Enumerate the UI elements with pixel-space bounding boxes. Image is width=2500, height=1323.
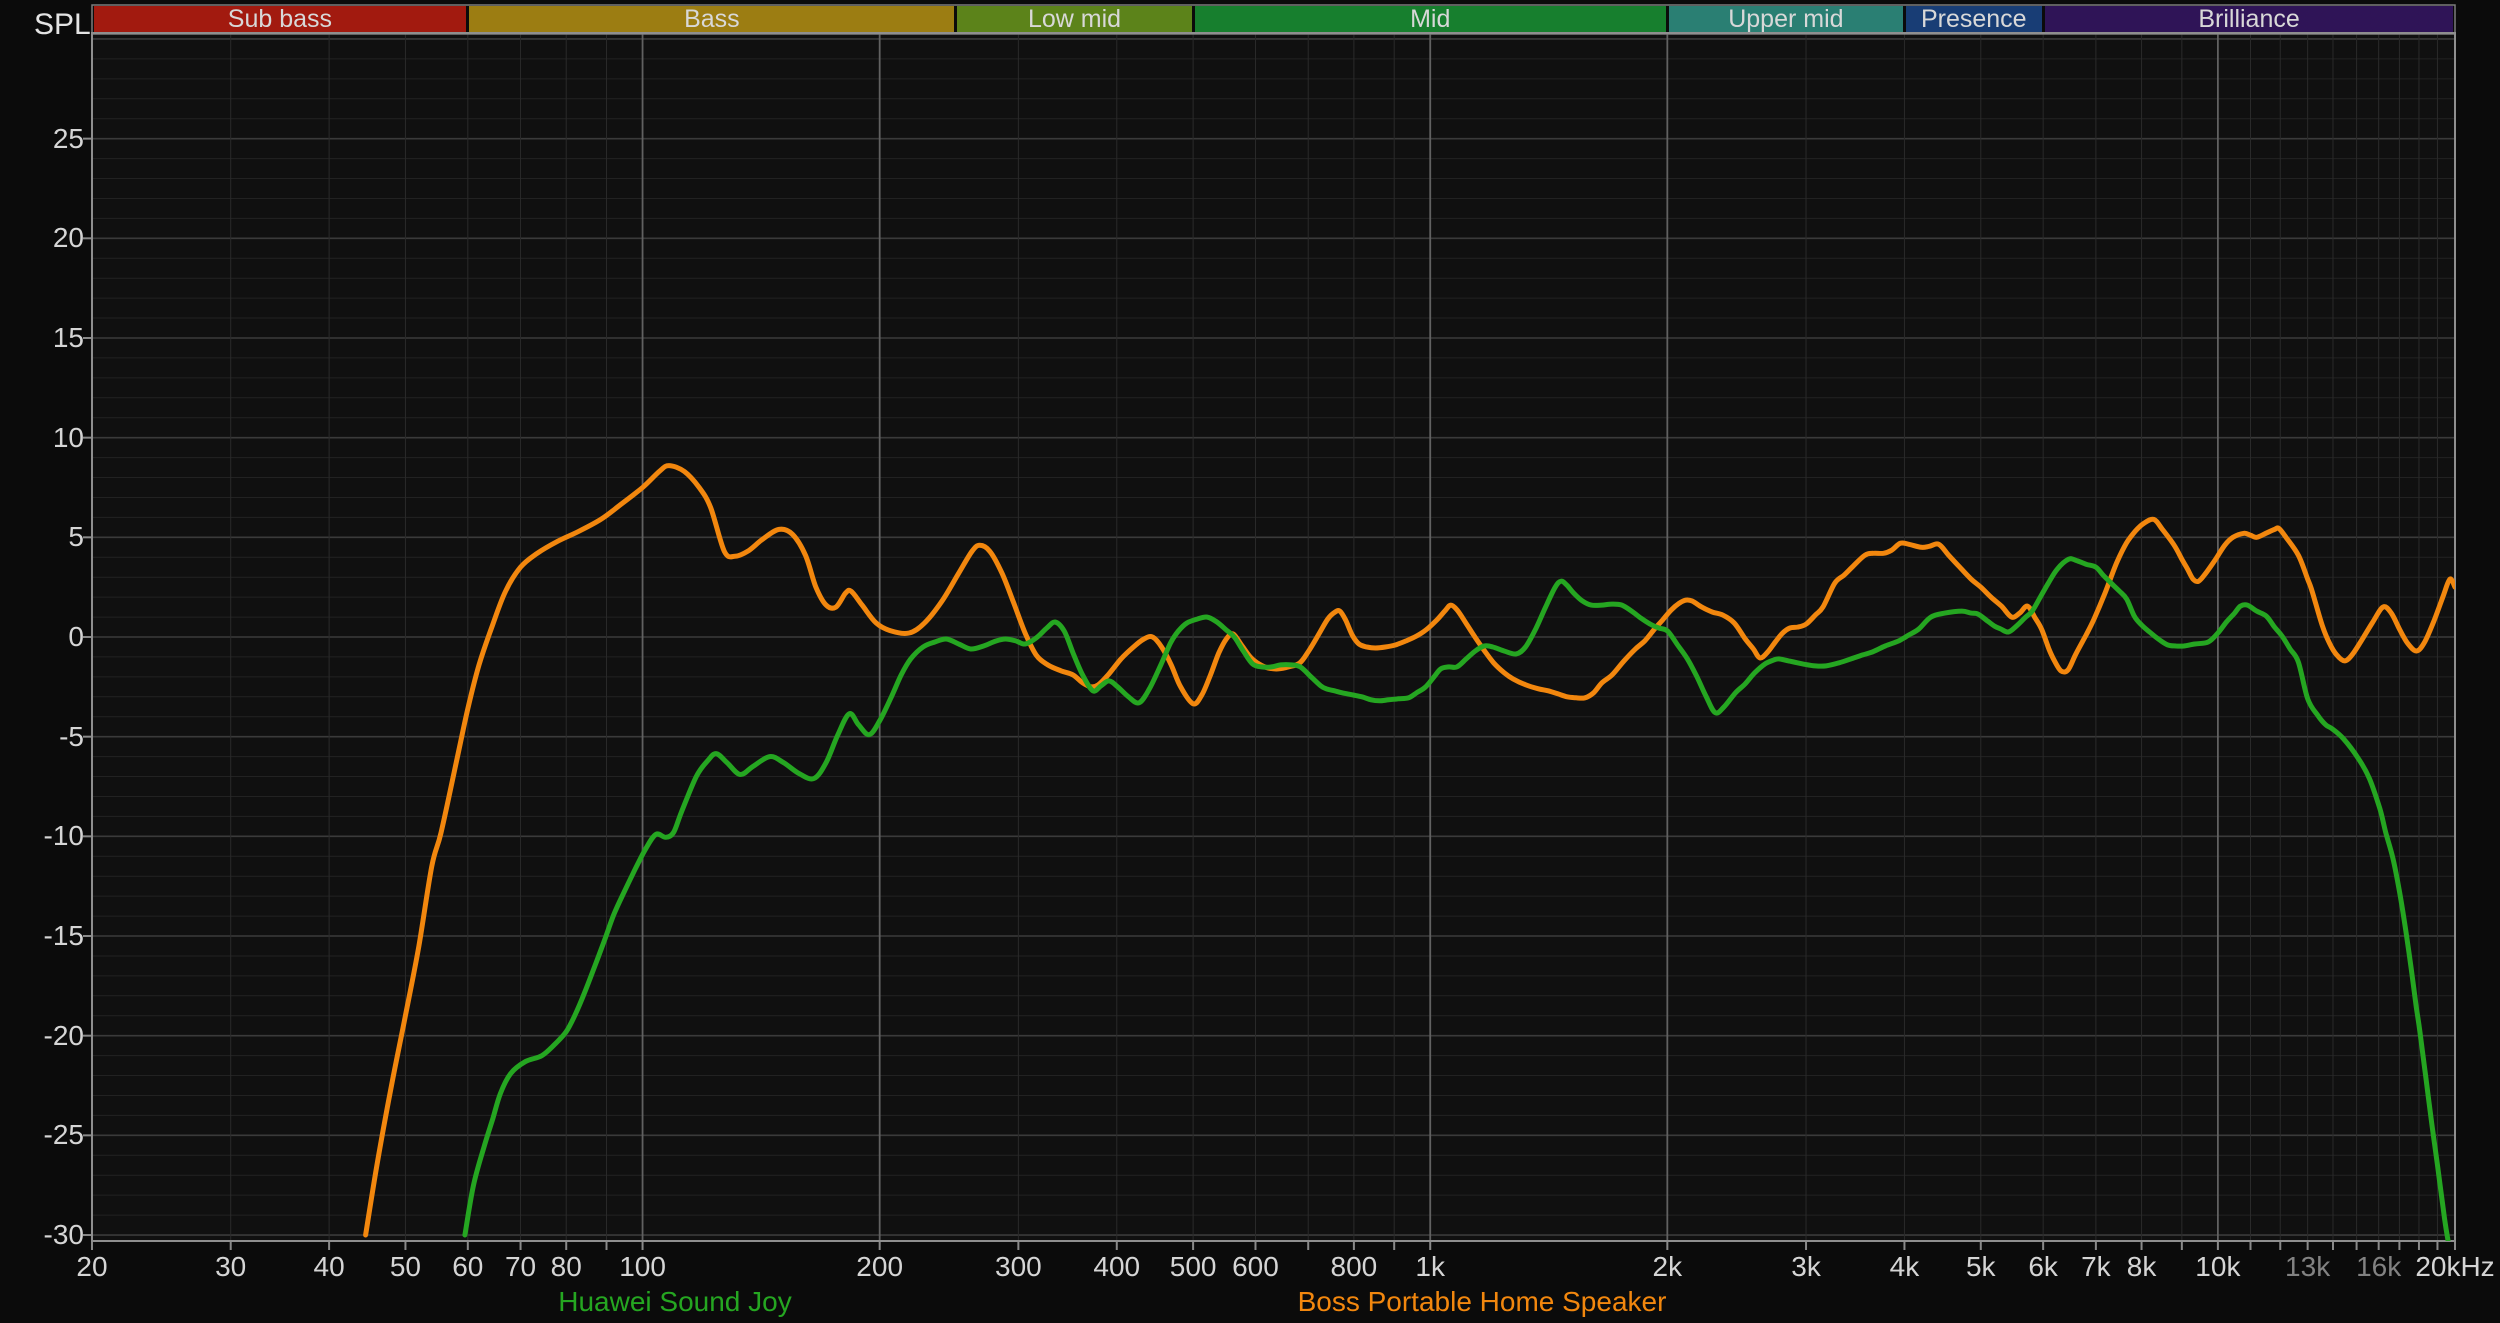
x-tick-label-16k: 16k <box>2356 1251 2402 1282</box>
y-tick-label-15: 15 <box>52 321 84 353</box>
y-tick-label--10: -10 <box>43 820 84 852</box>
legend-boss-portable-home-speaker: Boss Portable Home Speaker <box>1298 1286 1667 1318</box>
x-tick-label-800: 800 <box>1330 1251 1378 1282</box>
x-tick-label-30: 30 <box>215 1251 247 1282</box>
x-tick-label-5k: 5k <box>1965 1251 1996 1282</box>
x-tick-label-10k: 10k <box>2195 1251 2241 1282</box>
legend-boss-portable-home-speaker-label: Boss Portable Home Speaker <box>1297 1286 1667 1317</box>
x-tick-label-1k: 1k <box>1415 1251 1446 1282</box>
y-tick-label--25: -25 <box>43 1119 84 1151</box>
y-tick-label-5: 5 <box>68 521 84 553</box>
x-tick-label-100: 100 <box>619 1251 666 1282</box>
y-tick-label-0: 0 <box>68 621 84 652</box>
x-tick-label-500: 500 <box>1169 1251 1217 1282</box>
y-tick-label--15: -15 <box>43 920 84 951</box>
x-tick-label-20khz: 20kHz <box>2415 1251 2495 1282</box>
frequency-response-chart: SPL Sub bass Bass Low mid Mid Upper mid Prese… <box>0 0 2500 1323</box>
legend-huawei-sound-joy-label: Huawei Sound Joy <box>558 1286 792 1317</box>
x-tick-label-50: 50 <box>389 1251 422 1282</box>
plot-area <box>83 4 2456 1250</box>
x-tick-label-2k: 2k <box>1652 1251 1683 1282</box>
y-tick-label-25: 25 <box>52 122 84 154</box>
y-tick-label--5: -5 <box>59 720 84 752</box>
x-tick-label-200: 200 <box>856 1251 904 1282</box>
y-tick-label-10: 10 <box>52 421 84 453</box>
x-tick-label-40: 40 <box>313 1251 345 1282</box>
x-tick-label-6k: 6k <box>2028 1251 2058 1282</box>
x-tick-label-8k: 8k <box>2126 1251 2157 1282</box>
y-tick-label--20: -20 <box>43 1019 84 1051</box>
x-tick-label-70: 70 <box>504 1251 537 1282</box>
legend-huawei-sound-joy: Huawei Sound Joy <box>558 1286 791 1318</box>
y-tick-label--30: -30 <box>43 1219 84 1251</box>
x-tick-label-20: 20 <box>76 1251 108 1282</box>
x-tick-label-80: 80 <box>550 1251 582 1282</box>
x-tick-label-13k: 13k <box>2285 1251 2331 1282</box>
x-tick-label-7k: 7k <box>2081 1251 2111 1282</box>
x-tick-label-4k: 4k <box>1889 1251 1920 1282</box>
x-tick-label-600: 600 <box>1232 1251 1279 1282</box>
x-tick-label-300: 300 <box>995 1251 1042 1282</box>
y-tick-label-20: 20 <box>52 222 84 254</box>
x-tick-label-400: 400 <box>1093 1251 1141 1282</box>
band-strip-frame <box>91 4 2456 35</box>
x-tick-label-60: 60 <box>452 1251 484 1282</box>
x-tick-label-3k: 3k <box>1791 1251 1821 1282</box>
